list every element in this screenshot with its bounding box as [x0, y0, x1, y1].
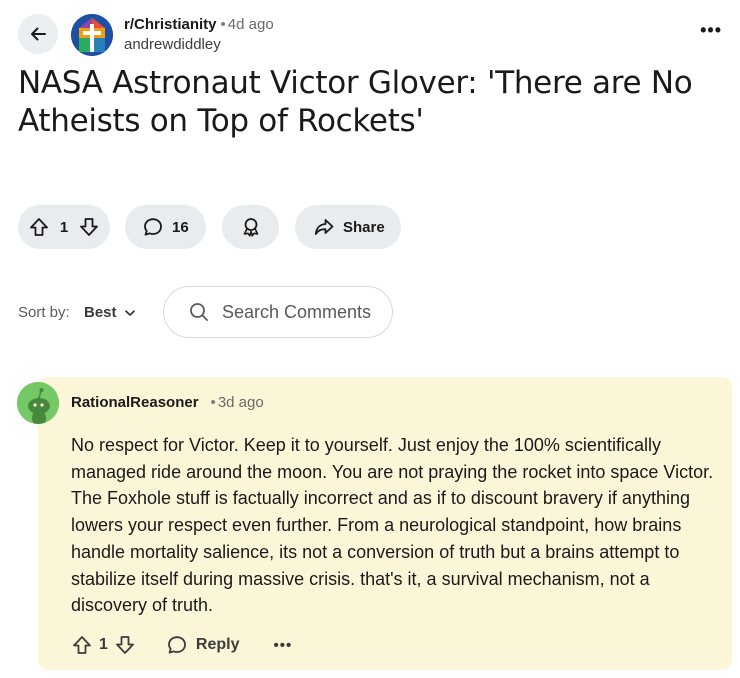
comment-actions: 1 Reply •••: [71, 632, 292, 658]
comment-author[interactable]: RationalReasoner: [71, 394, 199, 411]
back-button[interactable]: [18, 14, 58, 54]
comment-vote-count: 1: [99, 636, 108, 653]
post-time: 4d ago: [227, 16, 274, 33]
meta-separator: •: [220, 16, 226, 33]
award-icon: [243, 218, 258, 237]
avatar-icon[interactable]: [17, 382, 59, 424]
share-label: Share: [343, 218, 385, 236]
post-author[interactable]: andrewdiddley: [124, 35, 274, 55]
post-meta: r/Christianity • 4d ago andrewdiddley: [124, 15, 274, 55]
sort-label: Sort by:: [18, 304, 70, 321]
subreddit-name[interactable]: r/Christianity: [124, 16, 217, 33]
comments-button[interactable]: 16: [125, 205, 206, 249]
sort-value: Best: [84, 304, 117, 321]
share-icon: [314, 219, 334, 235]
comment-vote-bar: 1: [71, 634, 136, 656]
comment-meta: RationalReasoner • 3d ago: [71, 394, 264, 411]
downvote-icon[interactable]: [78, 216, 100, 238]
sort-dropdown[interactable]: Best: [84, 304, 137, 321]
comment-icon: [144, 218, 162, 236]
post-more-button[interactable]: •••: [700, 20, 722, 41]
share-button[interactable]: Share: [295, 205, 401, 249]
search-comments-box[interactable]: [163, 286, 393, 338]
comment-time: 3d ago: [217, 394, 264, 411]
reply-button[interactable]: Reply: [166, 634, 240, 656]
search-comments-input[interactable]: [220, 300, 384, 324]
post-title: NASA Astronaut Victor Glover: 'There are…: [18, 65, 693, 139]
reply-label: Reply: [195, 636, 240, 653]
subreddit-icon[interactable]: [71, 14, 113, 56]
search-icon: [190, 303, 208, 321]
comment-more-button[interactable]: •••: [273, 637, 292, 654]
downvote-icon[interactable]: [114, 634, 136, 656]
post-vote-count: 1: [59, 218, 69, 236]
post-vote-bar: 1: [18, 205, 110, 249]
award-button[interactable]: [222, 205, 279, 249]
comment-count: 16: [172, 218, 189, 236]
chevron-down-icon: [124, 309, 135, 316]
reply-icon: [168, 636, 186, 654]
comment-body: No respect for Victor. Keep it to yourse…: [71, 435, 714, 616]
back-arrow-icon: [31, 27, 46, 41]
comment-meta-separator: •: [210, 394, 216, 411]
upvote-icon[interactable]: [28, 216, 50, 238]
upvote-icon[interactable]: [71, 634, 93, 656]
